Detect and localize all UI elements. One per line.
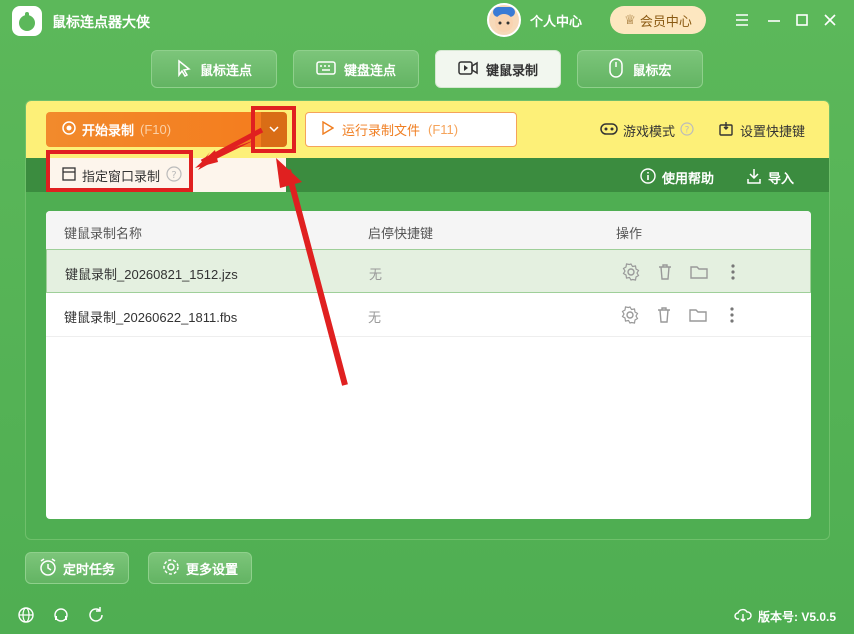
version-label: 版本号: V5.0.5 <box>758 610 837 624</box>
globe-icon[interactable] <box>17 606 35 624</box>
more-settings-label: 更多设置 <box>185 561 238 577</box>
version-info[interactable]: 版本号: V5.0.5 <box>734 607 836 626</box>
timer-task-label: 定时任务 <box>62 561 115 577</box>
timer-task-button[interactable]: 定时任务 <box>25 552 129 584</box>
annotation-arrows <box>195 127 348 386</box>
cloud-download-icon <box>734 607 752 626</box>
customer-service-icon[interactable] <box>52 606 70 624</box>
gear-icon <box>162 558 180 579</box>
more-settings-button[interactable]: 更多设置 <box>148 552 252 584</box>
refresh-icon[interactable] <box>87 606 105 624</box>
alarm-clock-icon <box>39 557 57 579</box>
